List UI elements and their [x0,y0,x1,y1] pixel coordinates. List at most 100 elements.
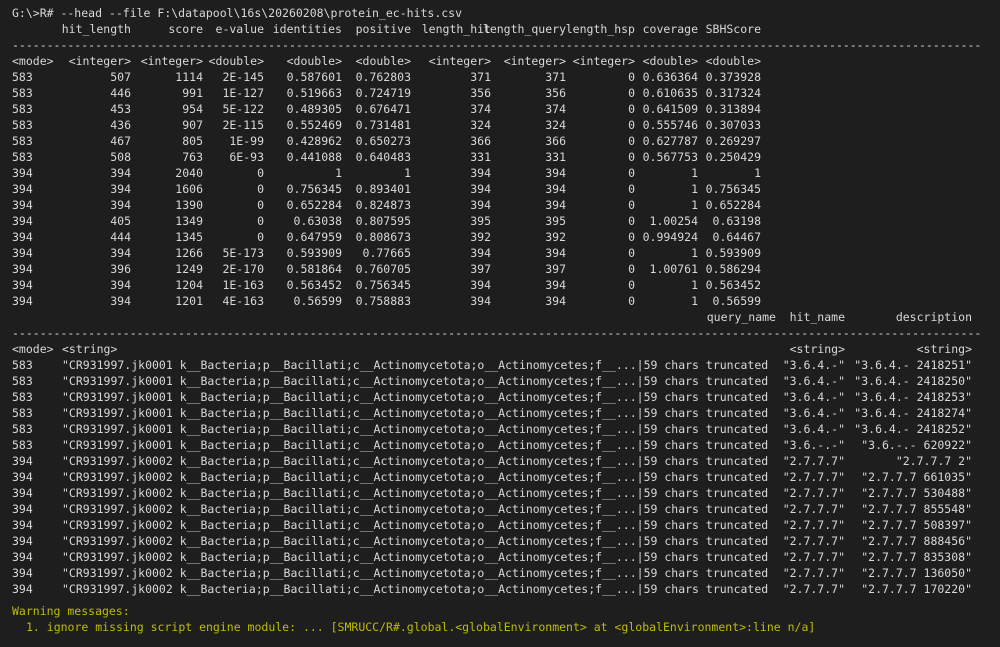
cell-text: "2.7.7.7 835308" [861,549,972,565]
table1-types-cell: <integer> [411,53,491,69]
table1-row-cell: 1249 [131,261,203,277]
cell-text: 5E-173 [222,245,264,261]
cell-text: 405 [110,213,131,229]
table1-row-cell: 394 [491,277,566,293]
cell-text: 446 [110,85,131,101]
cell-text: 0.552469 [287,117,342,133]
cell-text: 0 [628,133,635,149]
table2-row: 583"CR931997.jk0001 k__Bacteria;p__Bacil… [12,357,1000,373]
cell-text: "2.7.7.7" [783,565,845,581]
cell-text: 1266 [175,245,203,261]
table1-row: 58350711142E-1450.5876010.76280337137100… [12,69,1000,85]
cell-text: 394 [12,277,33,293]
cell-text: 392 [470,229,491,245]
cell-text: "2.7.7.7 508397" [861,517,972,533]
table1-row-cell: 394 [491,181,566,197]
cell-text: 1 [404,165,411,181]
cell-text: 394 [12,501,33,517]
table1-row-cell: 356 [491,85,566,101]
cell-text: 1 [691,277,698,293]
table1-row: 394405134900.630380.80759539539501.00254… [12,213,1000,229]
table1-header-cell: SBHScore [698,21,761,37]
cell-text: <integer> [429,53,491,69]
cell-text: 6E-93 [229,149,264,165]
table1-row-cell: 453 [62,101,131,117]
table2-row: 394"CR931997.jk0002 k__Bacteria;p__Bacil… [12,517,1000,533]
table2-types-cell: <string> [845,341,972,357]
table2-row-cell: 583 [12,405,62,421]
cell-text: 1E-99 [229,133,264,149]
table1-row-cell: 0 [203,165,264,181]
cell-text: 1E-127 [222,85,264,101]
cell-text: length_hsp [566,21,635,37]
cell-text: hit_name [790,309,845,325]
cell-text: 0.563452 [706,277,761,293]
table2-row-cell: "2.7.7.7 508397" [845,517,972,533]
cell-text: 0 [628,69,635,85]
table1-row: 39439412014E-1630.565990.758883394394010… [12,293,1000,309]
cell-text: 0.77665 [363,245,411,261]
table1-row-cell: 467 [62,133,131,149]
table1-types-cell: <integer> [131,53,203,69]
cell-text: 395 [545,213,566,229]
cell-text: 397 [470,261,491,277]
table2-row: 583"CR931997.jk0001 k__Bacteria;p__Bacil… [12,437,1000,453]
table1-header-row: hit_lengthscoree-valueidentitiespositive… [12,21,1000,37]
cell-text: 0.994924 [643,229,698,245]
table1-row-cell: 0.567753 [635,149,698,165]
table1-row-cell: 0.63038 [264,213,342,229]
cell-text: 394 [470,197,491,213]
cell-text: 397 [545,261,566,277]
table1-row-cell: 0.563452 [698,277,761,293]
table1-row-cell: 394 [12,165,62,181]
cell-text: 396 [110,261,131,277]
table1-row: 39439412665E-1730.5939090.77665394394010… [12,245,1000,261]
cell-text: 394 [110,197,131,213]
cell-text: "CR931997.jk0002 k__Bacteria;p__Bacillat… [62,469,768,485]
table2-row-cell: "3.6.4.- 2418252" [845,421,972,437]
cell-text: 324 [470,117,491,133]
cell-text: 1 [691,245,698,261]
table1-row-cell: 0.893401 [342,181,411,197]
table1-type-row: <mode><integer><integer><double><double>… [12,53,1000,69]
table2-row-cell: "CR931997.jk0001 k__Bacteria;p__Bacillat… [62,357,776,373]
table2-row-cell: 394 [12,581,62,597]
table2-row-cell: "2.7.7.7" [776,549,845,565]
table1-header-cell: positive [342,21,411,37]
table1-row-cell: 0.756345 [264,181,342,197]
cell-text: coverage [643,21,698,37]
cell-text: 0.373928 [706,69,761,85]
table2-types-cell: <string> [776,341,845,357]
cell-text: 1349 [175,213,203,229]
cell-text: "3.6.4.- 2418274" [854,405,972,421]
table1-row-cell: 397 [491,261,566,277]
cell-text: 2040 [175,165,203,181]
table1-row-cell: 394 [491,165,566,181]
table2-header-cell: description [845,309,972,325]
cell-text: 583 [12,389,33,405]
cell-text: 1 [691,165,698,181]
cell-text: 0.676471 [356,101,411,117]
table1-row-cell: 0 [203,197,264,213]
cell-text: 394 [12,229,33,245]
table1-row-cell: 394 [411,245,491,261]
table2-row-cell: "2.7.7.7" [776,501,845,517]
cell-text: 0.756345 [706,181,761,197]
cell-text: <integer> [573,53,635,69]
cell-text: 394 [12,581,33,597]
table1-row-cell: 2040 [131,165,203,181]
table2-row-cell: "3.6.4.-" [776,357,845,373]
cell-text: 394 [470,277,491,293]
table1-row-cell: 1 [635,181,698,197]
table1-row-cell: 1390 [131,197,203,213]
cell-text: "CR931997.jk0001 k__Bacteria;p__Bacillat… [62,421,768,437]
table1-row-cell: 394 [12,181,62,197]
table1-header-cell: length_hsp [566,21,635,37]
table2-row-cell: "3.6.4.- 2418253" [845,389,972,405]
cell-text: 0.650273 [356,133,411,149]
cell-text: "3.6.4.- 2418253" [854,389,972,405]
cell-text: "CR931997.jk0001 k__Bacteria;p__Bacillat… [62,389,768,405]
table1-row-cell: 0.647959 [264,229,342,245]
cell-text: 0 [257,213,264,229]
cell-text: 0.555746 [643,117,698,133]
